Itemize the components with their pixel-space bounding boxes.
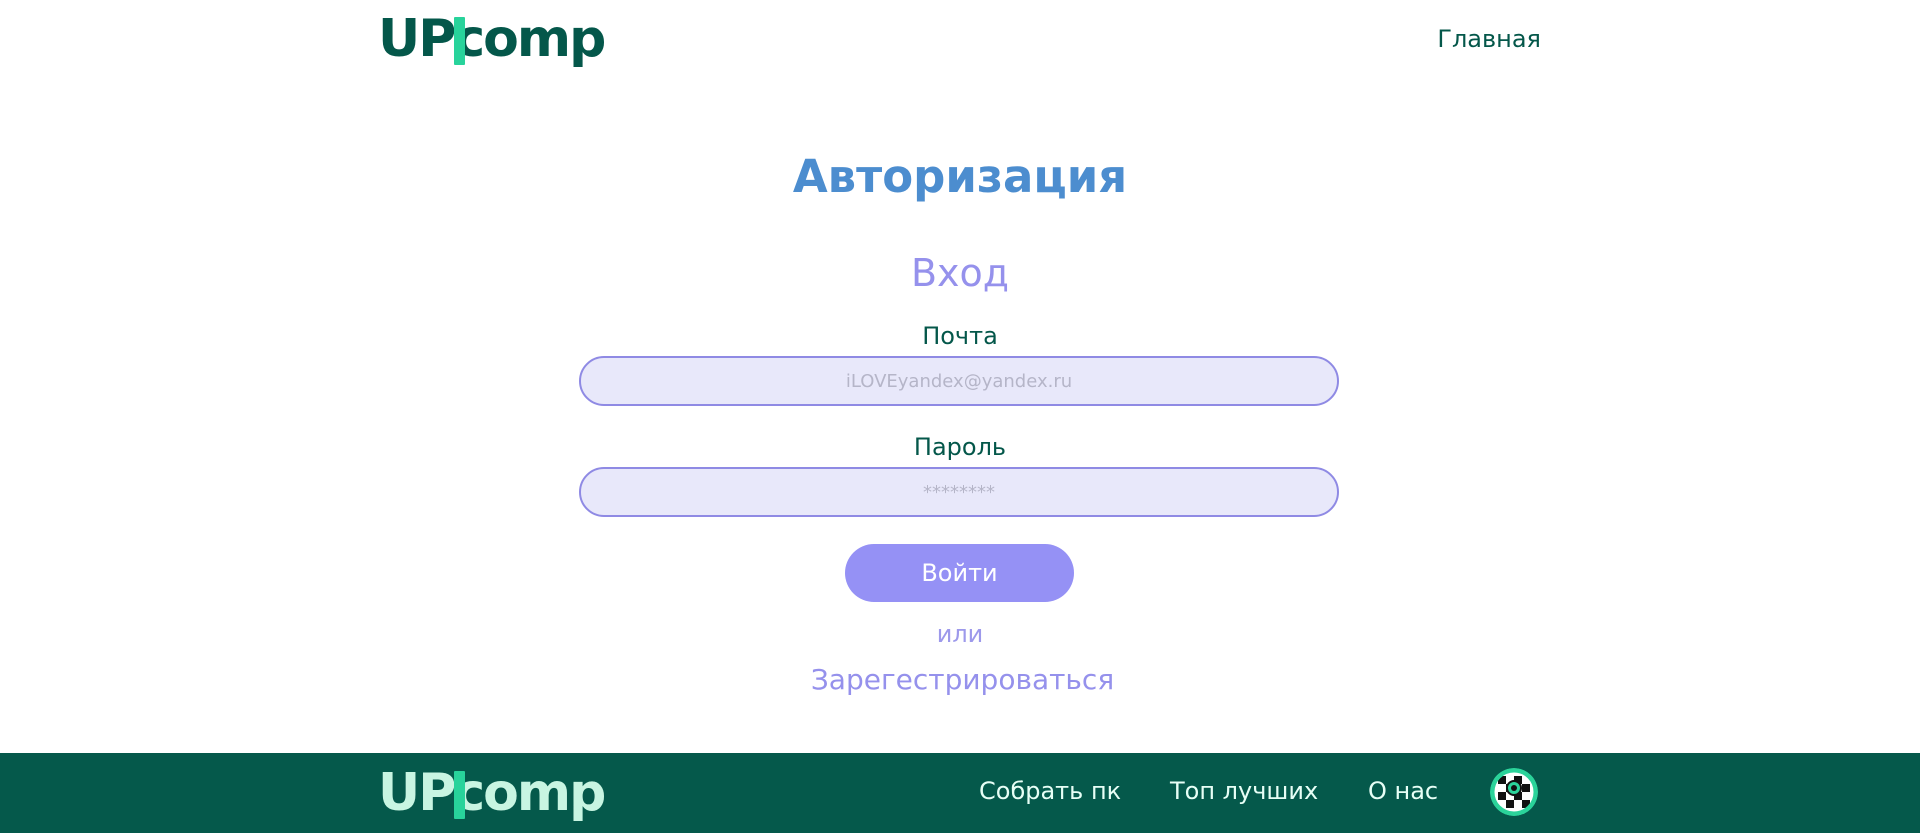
footer-logo-letter-p: P (418, 767, 466, 819)
footer-nav-build-pc[interactable]: Собрать пк (979, 777, 1121, 805)
footer-logo-letter-u: U (378, 763, 420, 823)
footer-logo[interactable]: U P comp (378, 763, 606, 823)
avatar-graphic (1490, 768, 1538, 816)
login-button[interactable]: Войти (845, 544, 1074, 602)
logo-comp-text: comp (454, 9, 606, 69)
footer-logo-accent-bar (454, 771, 466, 819)
register-link[interactable]: Зарегестрироваться (0, 663, 1920, 696)
password-field[interactable] (579, 467, 1339, 517)
login-form-title: Вход (910, 251, 1010, 295)
header: U P comp Главная (0, 0, 1920, 80)
logo-accent-bar (454, 17, 466, 65)
header-logo[interactable]: U P comp (378, 9, 606, 69)
checkered-avatar-icon[interactable] (1490, 768, 1538, 816)
password-label: Пароль (913, 433, 1007, 461)
logo-letter-p: P (418, 13, 466, 65)
email-field[interactable] (579, 356, 1339, 406)
footer: U P comp Собрать пк Топ лучших О нас (0, 753, 1920, 833)
page-title: Авторизация (792, 150, 1128, 203)
footer-nav-about[interactable]: О нас (1368, 777, 1438, 805)
or-separator-text: или (936, 620, 984, 648)
logo-letter-u: U (378, 9, 420, 69)
footer-logo-letter-p-text: P (418, 763, 456, 823)
logo-letter-p-text: P (418, 9, 456, 69)
footer-nav-top-best[interactable]: Топ лучших (1170, 777, 1318, 805)
email-label: Почта (922, 322, 998, 350)
nav-home-link[interactable]: Главная (1437, 25, 1541, 53)
footer-logo-comp-text: comp (454, 763, 606, 823)
